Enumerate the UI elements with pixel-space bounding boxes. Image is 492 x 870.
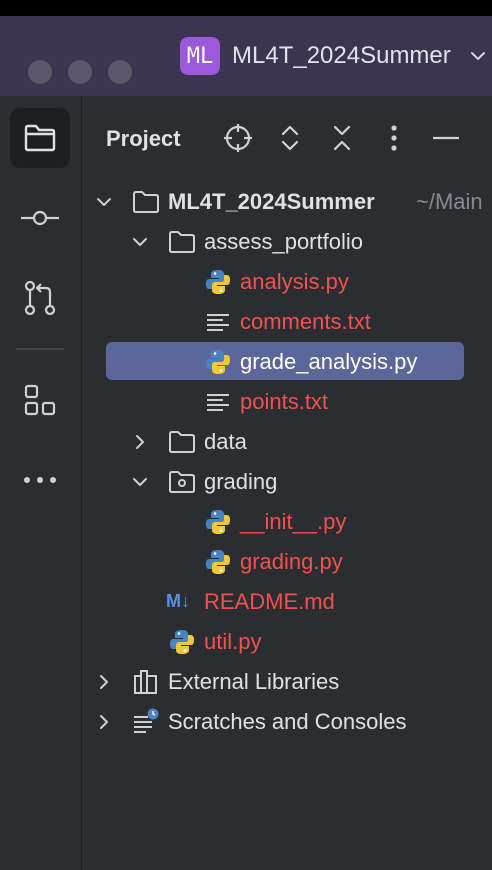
chevron-right-icon[interactable] — [132, 434, 148, 450]
hide-panel-button[interactable] — [430, 122, 462, 154]
toolbar-divider — [16, 348, 64, 350]
collapse-all-button[interactable] — [326, 122, 358, 154]
tree-item-label: Scratches and Consoles — [168, 709, 407, 734]
folder-icon — [24, 124, 56, 152]
tree-item-analysis[interactable]: analysis.py — [82, 262, 492, 302]
tree-item-init[interactable]: __init__.py — [82, 502, 492, 542]
tree-item-external-libraries[interactable]: External Libraries — [82, 662, 492, 702]
tree-item-grade-analysis[interactable]: grade_analysis.py — [82, 342, 492, 382]
tree-item-label: grading — [204, 469, 278, 494]
chevron-down-icon[interactable] — [132, 234, 148, 250]
folder-icon — [133, 191, 159, 213]
top-edge — [0, 0, 492, 16]
tree-item-assess-portfolio[interactable]: assess_portfolio — [82, 222, 492, 262]
project-switcher[interactable]: ML4T_2024Summer — [232, 42, 451, 70]
tree-item-points[interactable]: points.txt — [82, 382, 492, 422]
path-hint: ~/Main — [416, 189, 483, 214]
python-file-icon — [206, 270, 230, 294]
tree-item-label: assess_portfolio — [204, 229, 363, 254]
tree-item-label: analysis.py — [240, 269, 349, 294]
project-tool-button[interactable] — [10, 108, 70, 168]
chevron-down-icon[interactable] — [96, 194, 112, 210]
expand-all-button[interactable] — [274, 122, 306, 154]
chevron-down-icon[interactable] — [132, 474, 148, 490]
text-file-icon — [207, 314, 229, 331]
folder-icon — [169, 231, 195, 253]
panel-title: Project — [106, 126, 181, 151]
tree-item-scratches[interactable]: Scratches and Consoles — [82, 702, 492, 742]
tree-item-label: util.py — [204, 629, 262, 654]
minimize-window-button[interactable] — [68, 60, 92, 84]
commit-tool-button[interactable] — [10, 188, 70, 248]
tree-item-label: comments.txt — [240, 309, 371, 334]
tree-item-comments[interactable]: comments.txt — [82, 302, 492, 342]
collapse-all-icon — [333, 125, 351, 151]
tree-item-label: ML4T_2024Summer — [168, 189, 375, 214]
python-file-icon — [170, 630, 194, 654]
python-file-icon — [206, 510, 230, 534]
tree-item-label: grade_analysis.py — [240, 349, 418, 374]
locate-icon — [224, 124, 252, 152]
expand-all-icon — [281, 125, 299, 151]
tree-item-label: README.md — [204, 589, 335, 614]
close-window-button[interactable] — [28, 60, 52, 84]
tree-item-label: External Libraries — [168, 669, 340, 694]
tree-item-label: points.txt — [240, 389, 329, 414]
tree-item-data[interactable]: data — [82, 422, 492, 462]
structure-icon — [24, 384, 56, 416]
hide-icon — [433, 136, 459, 140]
project-badge[interactable]: ML — [180, 37, 220, 75]
project-panel: Project ML4T_2024Summer ~/Main assess_po… — [82, 96, 492, 870]
zoom-window-button[interactable] — [108, 60, 132, 84]
tree-item-root[interactable]: ML4T_2024Summer ~/Main — [82, 182, 492, 222]
locate-file-button[interactable] — [222, 122, 254, 154]
commit-icon — [21, 210, 59, 226]
chevron-right-icon[interactable] — [96, 714, 112, 730]
library-icon — [134, 670, 157, 694]
structure-tool-button[interactable] — [10, 370, 70, 430]
tree-item-util[interactable]: util.py — [82, 622, 492, 662]
pull-requests-tool-button[interactable] — [10, 268, 70, 328]
tree-item-readme[interactable]: M↓ README.md — [82, 582, 492, 622]
package-folder-icon — [169, 471, 195, 493]
options-icon — [391, 125, 397, 151]
pull-request-icon — [24, 280, 56, 316]
scratches-icon — [134, 708, 159, 733]
options-button[interactable] — [378, 122, 410, 154]
left-tool-window-bar — [0, 96, 82, 870]
tree-item-label: __init__.py — [240, 509, 347, 534]
tree-item-grading-folder[interactable]: grading — [82, 462, 492, 502]
folder-icon — [169, 431, 195, 453]
tree-item-label: data — [204, 429, 247, 454]
python-file-icon — [206, 550, 230, 574]
more-tool-windows-button[interactable] — [10, 450, 70, 510]
chevron-right-icon[interactable] — [96, 674, 112, 690]
chevron-down-icon[interactable] — [470, 48, 486, 64]
tree-item-label: grading.py — [240, 549, 343, 574]
tree-item-grading-py[interactable]: grading.py — [82, 542, 492, 582]
python-file-icon — [206, 350, 230, 374]
markdown-file-icon: M↓ — [166, 591, 190, 611]
more-icon — [24, 477, 56, 483]
text-file-icon — [207, 394, 229, 411]
